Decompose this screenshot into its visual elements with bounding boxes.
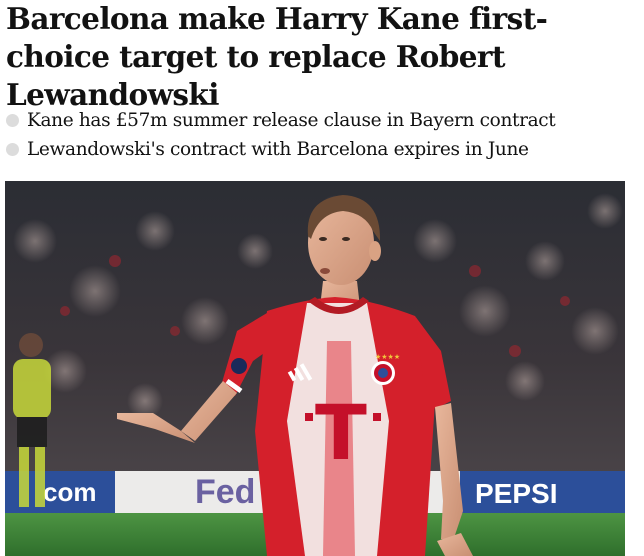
football-player-photo: com Fed PEPSI T ★★★★ [5,181,625,556]
standfirst-list: Kane has £57m summer release clause in B… [6,106,638,164]
ad-board-text: com [43,477,96,507]
standfirst-item: Kane has £57m summer release clause in B… [6,106,638,135]
shirt-sponsor-text: T [315,388,367,477]
standfirst-item: Lewandowski's contract with Barcelona ex… [6,135,638,164]
article-photo: com Fed PEPSI T ★★★★ [5,181,625,556]
svg-text:★★★★: ★★★★ [375,353,400,361]
ad-board-text: PEPSI [475,478,557,509]
ad-board-text: Fed [195,473,255,511]
bullet-icon [6,114,19,127]
bullet-icon [6,143,19,156]
article: Barcelona make Harry Kane first-choice t… [0,0,644,556]
headline: Barcelona make Harry Kane first-choice t… [6,1,548,112]
standfirst-text: Kane has £57m summer release clause in B… [27,110,556,131]
sleeve-badge-icon [231,358,247,374]
standfirst-text: Lewandowski's contract with Barcelona ex… [27,139,529,160]
